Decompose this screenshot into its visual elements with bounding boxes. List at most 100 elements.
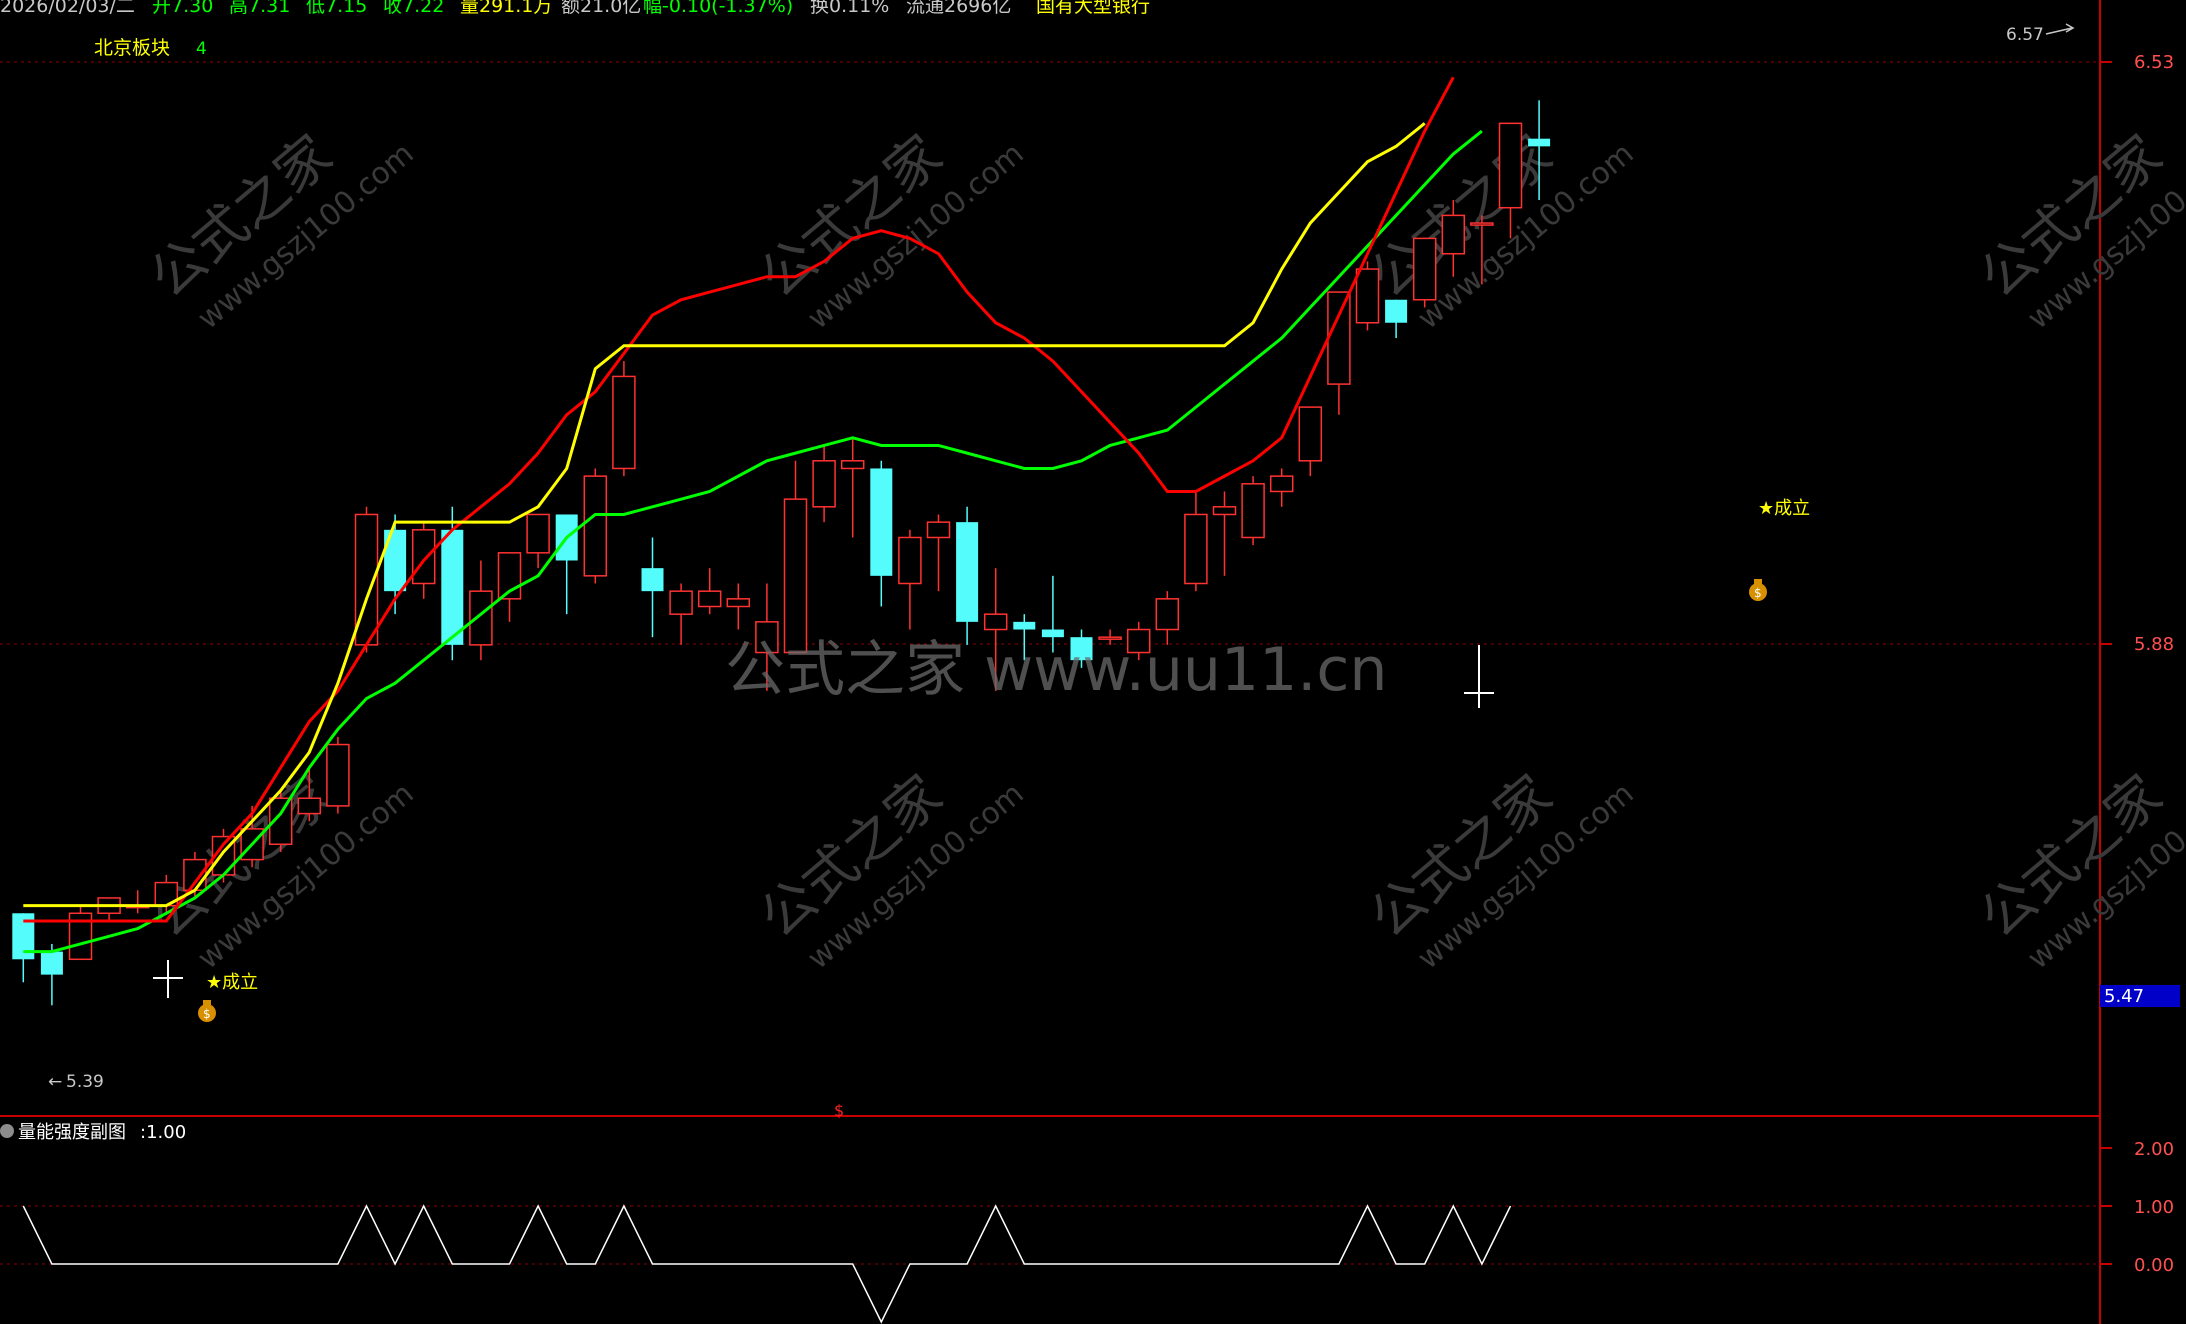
candle (1385, 299, 1408, 339)
candle (898, 529, 922, 630)
block-count: 4 (196, 39, 207, 59)
candle (1327, 291, 1351, 415)
sub-axis-2: 2.00 (2134, 1139, 2174, 1160)
candle-body (1327, 291, 1351, 385)
collapse-icon[interactable] (0, 1124, 14, 1138)
candle-body (983, 613, 1008, 631)
header-volume: 量291.1万 (460, 0, 552, 17)
candle (469, 560, 493, 661)
candle (669, 583, 693, 645)
candle-body (783, 498, 808, 654)
candle-body (926, 521, 951, 539)
sub-panel-title: 量能强度副图 (18, 1122, 126, 1143)
signal-label-1: ★成立 (206, 972, 258, 993)
candle-body (1155, 598, 1180, 631)
candle-body (840, 460, 865, 470)
candle (326, 736, 350, 814)
candle-body (726, 598, 751, 608)
candle (1298, 406, 1323, 477)
candle-body (583, 475, 608, 577)
candle (840, 437, 865, 538)
sub-panel-header: 量能强度副图 :1.00 (0, 1122, 186, 1143)
header-sector: 国有大型银行 (1036, 0, 1150, 17)
crosshair-icon (1464, 645, 1494, 708)
candle (1241, 476, 1265, 546)
candle-body (1241, 483, 1265, 539)
candle (1412, 237, 1437, 308)
money-bag-icon: $ (198, 1000, 216, 1022)
signal-label-2: ★成立 (1758, 498, 1810, 519)
bottom-marker: $ (834, 1101, 844, 1120)
candle (812, 445, 836, 523)
candle-body (956, 522, 979, 622)
candle-body (870, 468, 893, 576)
sub-axis-1: 1.00 (2134, 1197, 2174, 1218)
sub-indicator-layer (22, 1204, 1512, 1324)
header-change: 幅-0.10(-1.37%) (643, 0, 793, 17)
candle-body (326, 743, 350, 807)
high-marker: 6.57 (2006, 25, 2044, 45)
candle (97, 897, 121, 921)
candle-body (1355, 268, 1380, 324)
header-date: 2026/02/03/二 (0, 0, 135, 17)
candle (68, 905, 93, 961)
price-label-mid: 5.88 (2134, 634, 2174, 655)
candle-body (1441, 214, 1466, 255)
candle (12, 913, 35, 983)
quote-header: 2026/02/03/二 开7.30 高7.31 低7.15 收7.22 量29… (0, 0, 1150, 59)
sub-axis-0: 0.00 (2134, 1255, 2174, 1276)
candle (956, 506, 979, 645)
candle-body (469, 590, 493, 646)
candle-body (1212, 506, 1237, 516)
price-label-high: 6.53 (2134, 52, 2174, 73)
candle-body (812, 460, 836, 508)
candle-body (1412, 237, 1437, 301)
candle-body (1385, 299, 1408, 323)
candle-body (40, 951, 63, 975)
latest-price-label: 5.47 (2104, 986, 2144, 1007)
candle (583, 468, 608, 584)
candle (1184, 491, 1208, 592)
candle-body (612, 375, 636, 470)
candle-body (1013, 621, 1036, 630)
chart-canvas[interactable]: 2026/02/03/二 开7.30 高7.31 低7.15 收7.22 量29… (0, 0, 2186, 1324)
candle (870, 460, 893, 607)
candle (1212, 491, 1237, 576)
candle-body (297, 797, 322, 815)
candle (526, 513, 550, 569)
svg-text:$: $ (1754, 586, 1762, 600)
low-marker: 5.39 (66, 1072, 104, 1092)
candle-body (526, 513, 550, 554)
header-float: 流通2696亿 (906, 0, 1011, 17)
header-amount: 额21.0亿 (561, 0, 641, 17)
candle (697, 568, 722, 615)
candle-body (1528, 138, 1551, 147)
header-low: 低7.15 (306, 0, 367, 17)
candle-body (641, 568, 664, 592)
candle (726, 583, 751, 630)
candle-body (898, 536, 922, 585)
candle-body (697, 590, 722, 608)
candle-body (411, 529, 436, 585)
candle (783, 460, 808, 654)
low-arrow-icon: ← (48, 1072, 62, 1092)
candle-body (441, 529, 464, 645)
header-close: 收7.22 (383, 0, 444, 17)
candle-body (1470, 222, 1494, 226)
candle (1269, 468, 1294, 507)
header-open: 开7.30 (152, 0, 213, 17)
candle-body (1498, 122, 1523, 209)
svg-text:$: $ (203, 1007, 211, 1021)
sub-panel-value: :1.00 (140, 1122, 186, 1143)
sub-indicator-line (22, 1204, 1512, 1324)
header-high: 高7.31 (229, 0, 290, 17)
candle (612, 361, 636, 477)
candle-body (183, 858, 207, 892)
candle-body (1184, 513, 1208, 585)
money-bag-icon: $ (1749, 579, 1767, 601)
candle (926, 514, 951, 592)
header-turnover: 换0.11% (810, 0, 889, 17)
candle-body (669, 590, 693, 615)
candle-body (1298, 406, 1323, 462)
crosshair-icon (153, 960, 183, 998)
